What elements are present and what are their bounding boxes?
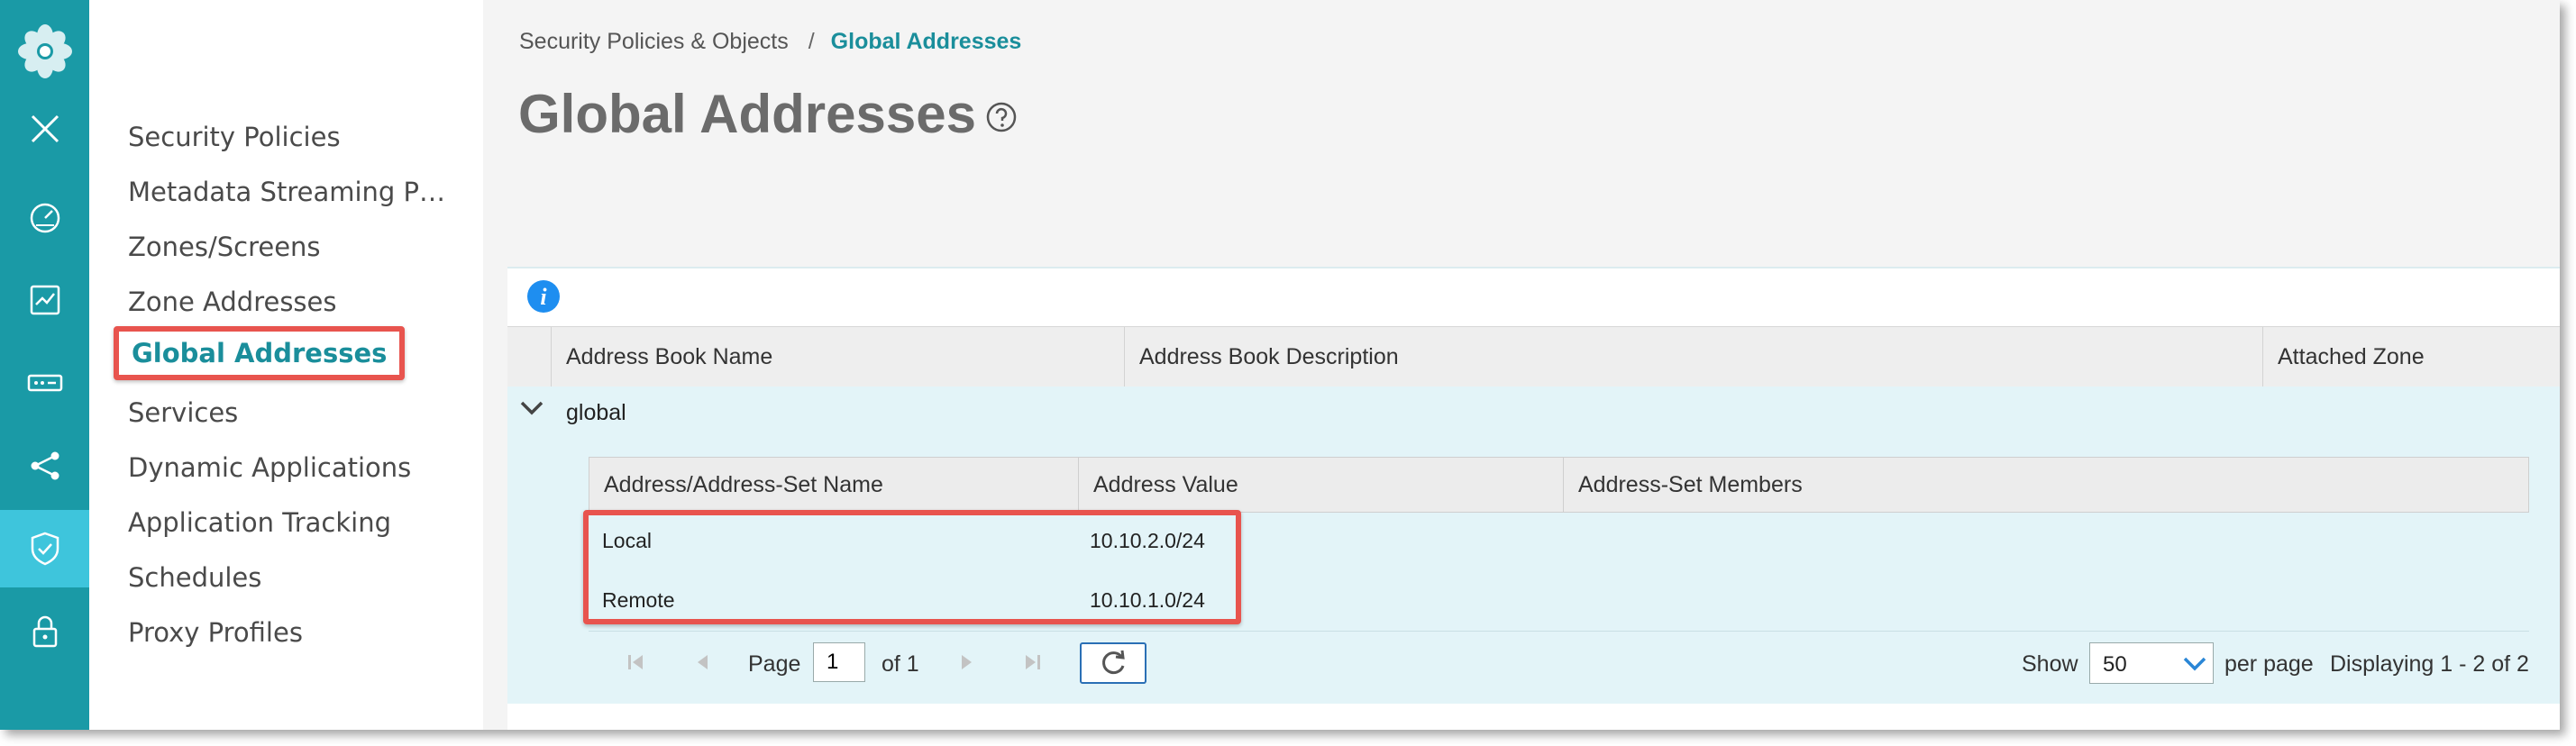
column-header-address-book-description[interactable]: Address Book Description bbox=[1124, 327, 2262, 387]
nav-item-schedules[interactable]: Schedules bbox=[128, 560, 261, 596]
grid-footer bbox=[507, 704, 2560, 730]
logo-flower-icon[interactable] bbox=[0, 13, 89, 90]
column-header-address-name[interactable]: Address/Address-Set Name bbox=[589, 458, 1078, 512]
nav-item-zones-screens[interactable]: Zones/Screens bbox=[128, 229, 321, 265]
nav-item-dynamic-applications[interactable]: Dynamic Applications bbox=[128, 450, 411, 486]
icon-rail bbox=[0, 0, 89, 730]
breadcrumb-parent-link[interactable]: Security Policies & Objects bbox=[519, 29, 789, 54]
network-share-icon[interactable] bbox=[0, 427, 89, 505]
info-icon[interactable]: i bbox=[526, 279, 561, 318]
column-header-address-value[interactable]: Address Value bbox=[1078, 458, 1563, 512]
refresh-button[interactable] bbox=[1080, 642, 1146, 684]
nav-item-application-tracking[interactable]: Application Tracking bbox=[128, 505, 391, 541]
highlight-annotation bbox=[583, 510, 1241, 624]
nav-item-metadata-streaming[interactable]: Metadata Streaming P… bbox=[128, 174, 445, 210]
nav-item-global-addresses[interactable]: Global Addresses bbox=[114, 326, 406, 380]
column-header-address-set-members[interactable]: Address-Set Members bbox=[1563, 458, 2528, 512]
nav-item-services[interactable]: Services bbox=[128, 395, 238, 431]
first-page-icon[interactable] bbox=[616, 644, 655, 680]
sub-grid-header: Address/Address-Set Name Address Value A… bbox=[589, 457, 2529, 513]
breadcrumb: Security Policies & Objects / Global Addre… bbox=[519, 29, 1021, 55]
displaying-count: Displaying 1 - 2 of 2 bbox=[2330, 651, 2529, 677]
breadcrumb-separator: / bbox=[808, 29, 815, 54]
breadcrumb-current: Global Addresses bbox=[830, 29, 1022, 54]
group-name: global bbox=[566, 400, 626, 425]
close-icon[interactable] bbox=[0, 90, 89, 168]
column-header-attached-zone[interactable]: Attached Zone bbox=[2262, 327, 2560, 387]
show-label: Show bbox=[2022, 651, 2078, 677]
lock-icon[interactable] bbox=[0, 593, 89, 670]
page-total-label: of 1 bbox=[882, 651, 919, 677]
page-label: Page bbox=[748, 651, 801, 677]
grid-header: Address Book Name Address Book Descripti… bbox=[507, 326, 2560, 387]
nav-item-security-policies[interactable]: Security Policies bbox=[128, 119, 341, 155]
devices-icon[interactable] bbox=[0, 344, 89, 422]
svg-text:i: i bbox=[540, 284, 547, 310]
column-header-address-book-name[interactable]: Address Book Name bbox=[551, 327, 1124, 387]
pagination-bar: Page of 1 Show 50 per page Displaying 1 … bbox=[589, 631, 2529, 695]
prev-page-icon[interactable] bbox=[683, 644, 723, 680]
last-page-icon[interactable] bbox=[1013, 644, 1053, 680]
page-number-input[interactable] bbox=[813, 642, 865, 682]
nav-item-proxy-profiles[interactable]: Proxy Profiles bbox=[128, 614, 303, 650]
app-window: Security Policies Metadata Streaming P… … bbox=[0, 0, 2560, 730]
per-page-label: per page bbox=[2224, 651, 2314, 677]
dashboard-gauge-icon[interactable] bbox=[0, 178, 89, 256]
next-page-icon[interactable] bbox=[946, 644, 986, 680]
chevron-down-icon[interactable] bbox=[519, 399, 544, 422]
secondary-nav: Security Policies Metadata Streaming P… … bbox=[89, 0, 483, 730]
nav-item-zone-addresses[interactable]: Zone Addresses bbox=[128, 284, 337, 320]
page-title: Global Addresses bbox=[518, 84, 976, 144]
chevron-down-icon bbox=[2183, 657, 2206, 671]
monitor-chart-icon[interactable] bbox=[0, 261, 89, 339]
help-icon[interactable] bbox=[985, 101, 1018, 138]
refresh-icon bbox=[1102, 650, 1125, 675]
security-shield-icon[interactable] bbox=[0, 510, 89, 587]
per-page-value: 50 bbox=[2103, 652, 2127, 677]
per-page-select[interactable]: 50 bbox=[2089, 642, 2214, 684]
